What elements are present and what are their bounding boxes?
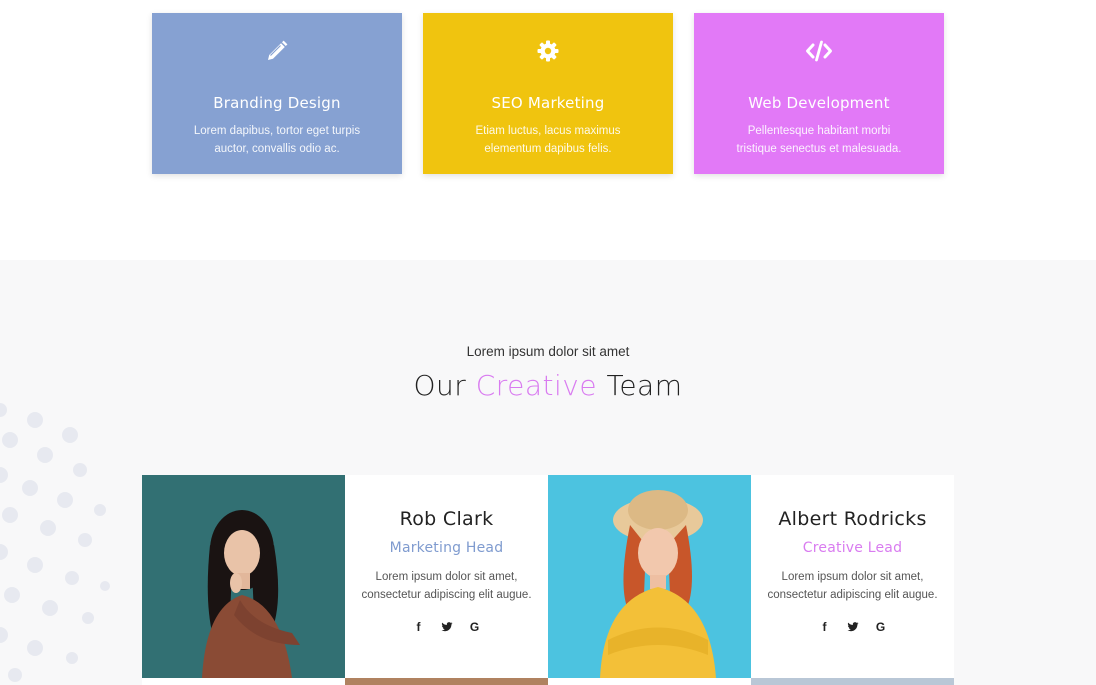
services-section: Branding Design Lorem dapibus, tortor eg…	[0, 0, 1096, 260]
service-title: SEO Marketing	[491, 94, 605, 112]
google-icon[interactable]: G	[467, 618, 483, 636]
next-row-strip	[142, 678, 345, 685]
code-icon	[694, 39, 944, 65]
service-text: Etiam luctus, lacus maximus elementum da…	[475, 125, 621, 155]
twitter-icon[interactable]	[439, 618, 455, 636]
heading-word: Team	[606, 369, 683, 402]
team-photo-1	[142, 475, 345, 678]
facebook-icon[interactable]: f	[411, 618, 427, 636]
member-name: Rob Clark	[399, 508, 494, 530]
member-role: Marketing Head	[389, 540, 504, 556]
team-member-card: Rob Clark Marketing Head Lorem ipsum dol…	[345, 475, 548, 678]
facebook-icon[interactable]: f	[817, 618, 833, 636]
social-links: f G	[345, 618, 548, 636]
pencil-icon	[152, 39, 402, 65]
google-icon[interactable]: G	[873, 618, 889, 636]
team-photo-2	[548, 475, 751, 678]
service-text: Lorem dapibus, tortor eget turpis auctor…	[193, 125, 361, 155]
next-row-strip	[345, 678, 548, 685]
next-row-strip	[751, 678, 954, 685]
member-name: Albert Rodricks	[778, 508, 927, 530]
team-kicker: Lorem ipsum dolor sit amet	[466, 344, 630, 359]
team-member-card: Albert Rodricks Creative Lead Lorem ipsu…	[751, 475, 954, 678]
team-section: Lorem ipsum dolor sit amet Our Creative …	[0, 260, 1096, 685]
gear-icon	[423, 39, 673, 65]
next-row-strip	[548, 678, 751, 685]
service-card-webdev[interactable]: Web Development Pellentesque habitant mo…	[694, 13, 944, 174]
service-card-branding[interactable]: Branding Design Lorem dapibus, tortor eg…	[152, 13, 402, 174]
service-title: Web Development	[748, 94, 890, 112]
team-heading: Our Creative Team	[0, 369, 1096, 402]
service-title: Branding Design	[213, 94, 341, 112]
member-bio: Lorem ipsum dolor sit amet, consectetur …	[361, 571, 532, 601]
member-bio: Lorem ipsum dolor sit amet, consectetur …	[767, 571, 938, 601]
service-text: Pellentesque habitant morbi tristique se…	[736, 125, 902, 155]
social-links: f G	[751, 618, 954, 636]
dot-pattern-decoration	[0, 403, 110, 682]
member-role: Creative Lead	[802, 540, 903, 556]
service-card-seo[interactable]: SEO Marketing Etiam luctus, lacus maximu…	[423, 13, 673, 174]
heading-word: Our	[413, 369, 467, 402]
twitter-icon[interactable]	[845, 618, 861, 636]
heading-accent-word: Creative	[475, 369, 598, 402]
